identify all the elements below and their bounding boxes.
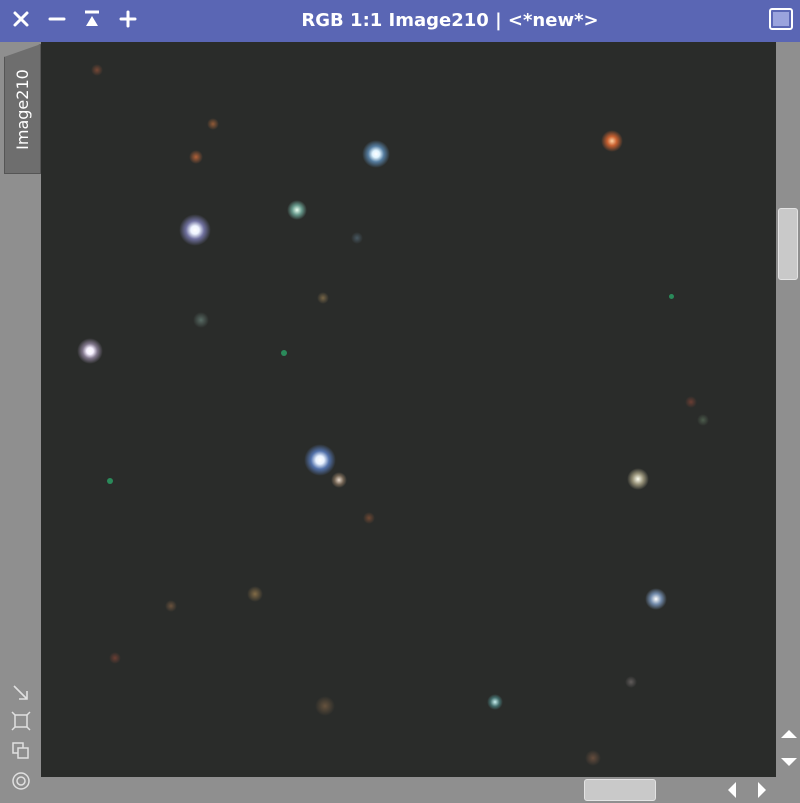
horizontal-scroll-thumb[interactable] (584, 779, 656, 801)
star (107, 478, 113, 484)
star (77, 338, 103, 364)
star (165, 600, 177, 612)
image-canvas[interactable] (41, 42, 776, 777)
star (109, 652, 121, 664)
star (331, 472, 347, 488)
arrow-down-icon[interactable] (781, 758, 797, 766)
star (669, 294, 674, 299)
title-bar[interactable]: RGB 1:1 Image210 | <*new*> (0, 0, 800, 42)
star (207, 118, 219, 130)
star (193, 312, 209, 328)
star (315, 696, 335, 716)
star (362, 140, 390, 168)
arrow-right-icon[interactable] (758, 782, 766, 798)
star (247, 586, 263, 602)
target-icon (11, 771, 31, 795)
arrow-up-icon[interactable] (781, 730, 797, 738)
star (351, 232, 363, 244)
window-icon (768, 7, 794, 35)
shade-button[interactable] (77, 6, 107, 36)
star (363, 512, 375, 524)
star (585, 750, 601, 766)
diagonal-arrow-icon (11, 683, 31, 707)
window-title: RGB 1:1 Image210 | <*new*> (301, 10, 599, 31)
shade-icon (82, 9, 102, 33)
overlap-squares-icon (11, 741, 31, 765)
horizontal-scrollbar[interactable] (41, 777, 800, 803)
zoom-to-fit-button[interactable] (10, 711, 32, 735)
star (91, 64, 103, 76)
vertical-scrollbar[interactable] (776, 42, 800, 777)
star (645, 588, 667, 610)
star (625, 676, 637, 688)
view-tab[interactable]: Image210 (4, 44, 41, 174)
star (317, 292, 329, 304)
vertical-scroll-thumb[interactable] (778, 208, 798, 280)
clone-view-button[interactable] (10, 742, 32, 764)
star (697, 414, 709, 426)
close-button[interactable] (6, 6, 36, 36)
minimize-button[interactable] (42, 6, 72, 36)
iconize-button[interactable] (766, 6, 796, 36)
minimize-icon (47, 9, 67, 33)
star (179, 214, 211, 246)
star (189, 150, 203, 164)
star (601, 130, 623, 152)
star (304, 444, 336, 476)
target-button[interactable] (10, 772, 32, 794)
star (685, 396, 697, 408)
plus-icon (118, 9, 138, 33)
star (627, 468, 649, 490)
star (281, 350, 287, 356)
star (487, 694, 503, 710)
fit-to-window-button[interactable] (10, 684, 32, 706)
arrow-left-icon[interactable] (728, 782, 736, 798)
star (287, 200, 307, 220)
view-tab-label: Image210 (13, 68, 32, 150)
frame-icon (11, 711, 31, 735)
maximize-button[interactable] (113, 6, 143, 36)
close-icon (11, 9, 31, 33)
